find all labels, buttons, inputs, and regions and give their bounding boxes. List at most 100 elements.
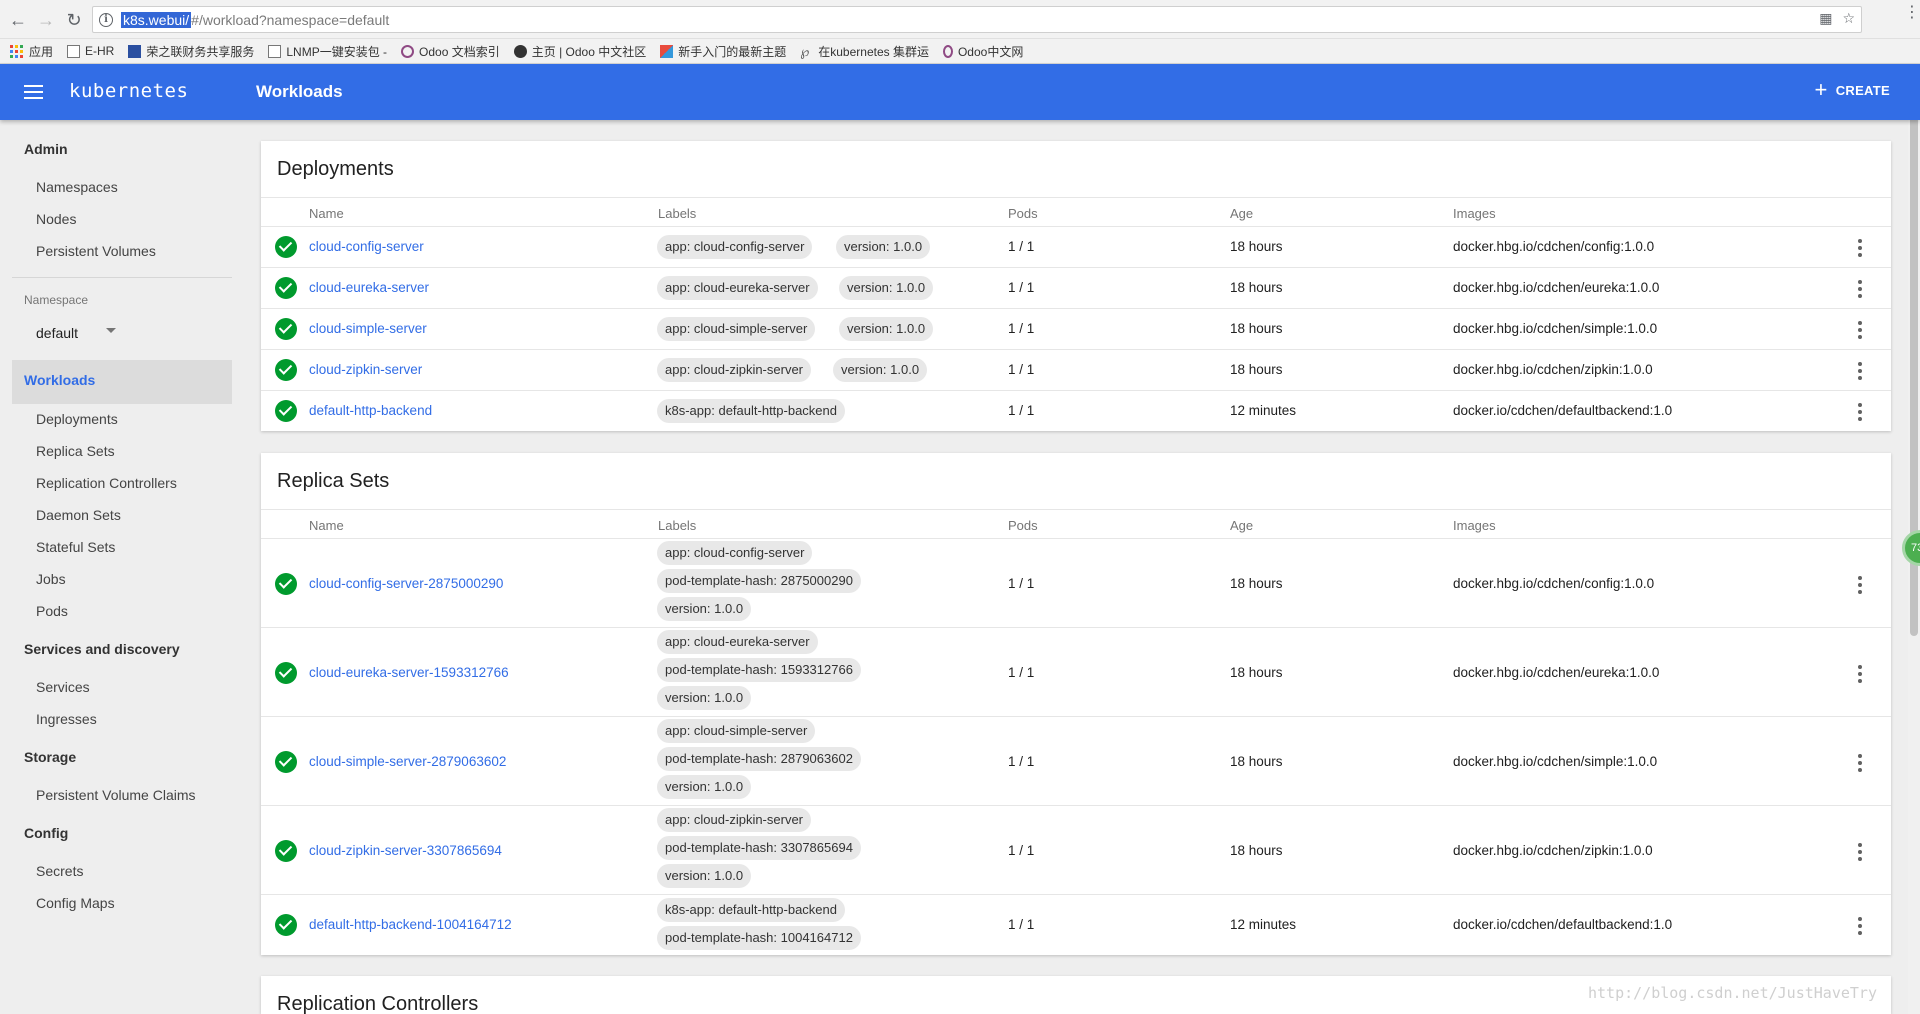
sidebar-item-persistent-volume-claims[interactable]: Persistent Volume Claims <box>36 787 196 803</box>
chevron-down-icon[interactable] <box>106 328 116 333</box>
column-name[interactable]: Name <box>309 206 344 221</box>
sidebar-item-deployments[interactable]: Deployments <box>36 411 118 427</box>
menu-icon[interactable] <box>24 85 43 99</box>
bookmark-item[interactable]: 主页 | Odoo 中文社区 <box>513 43 646 60</box>
label-chip: app: cloud-eureka-server <box>657 276 818 300</box>
column-images: Images <box>1453 206 1496 221</box>
table-row[interactable]: cloud-config-server-2875000290 app: clou… <box>261 539 1891 628</box>
label-chip: app: cloud-simple-server <box>657 317 816 341</box>
resource-link[interactable]: cloud-config-server-2875000290 <box>309 576 503 591</box>
odoo-favicon-icon <box>942 44 953 58</box>
column-age[interactable]: Age <box>1230 206 1253 221</box>
more-vert-icon[interactable] <box>1857 576 1863 597</box>
pods-count: 1 / 1 <box>1008 239 1035 254</box>
browser-menu-icon[interactable]: ⋮ <box>1904 5 1920 21</box>
address-bar[interactable]: i k8s.webui/ #/workload?namespace=defaul… <box>92 6 1862 33</box>
age: 18 hours <box>1230 321 1283 336</box>
resource-link[interactable]: cloud-eureka-server <box>309 280 429 295</box>
resource-link[interactable]: cloud-simple-server-2879063602 <box>309 754 506 769</box>
label-chip: version: 1.0.0 <box>657 686 752 710</box>
bookmark-item[interactable]: ℘ 在kubernetes 集群运 <box>800 43 929 60</box>
bookmark-item[interactable]: 荣之联财务共享服务 <box>128 43 254 60</box>
sidebar-section-workloads[interactable]: Workloads <box>24 372 95 388</box>
sidebar-section-config[interactable]: Config <box>24 825 68 841</box>
more-vert-icon[interactable] <box>1857 403 1863 424</box>
more-vert-icon[interactable] <box>1857 239 1863 260</box>
pods-count: 1 / 1 <box>1008 754 1035 769</box>
bookmark-apps[interactable]: 应用 <box>10 43 53 60</box>
resource-link[interactable]: cloud-simple-server <box>309 321 427 336</box>
table-row[interactable]: default-http-backend-1004164712 k8s-app:… <box>261 895 1891 955</box>
column-age[interactable]: Age <box>1230 518 1253 533</box>
label-chip: version: 1.0.0 <box>833 358 928 382</box>
site-info-icon[interactable]: i <box>99 12 113 27</box>
more-vert-icon[interactable] <box>1857 362 1863 383</box>
colorful-favicon-icon <box>660 44 674 58</box>
brand-logo[interactable]: kubernetes <box>69 80 188 102</box>
resource-link[interactable]: default-http-backend-1004164712 <box>309 917 512 932</box>
age: 18 hours <box>1230 843 1283 858</box>
column-labels: Labels <box>658 206 697 221</box>
bookmark-item[interactable]: Odoo中文网 <box>942 43 1023 60</box>
leaf-favicon-icon: ℘ <box>800 43 810 59</box>
sidebar-section-services[interactable]: Services and discovery <box>24 641 180 657</box>
sidebar-item-persistent-volumes[interactable]: Persistent Volumes <box>36 243 156 259</box>
sidebar-divider <box>12 277 232 278</box>
bookmark-item[interactable]: E-HR <box>67 44 114 58</box>
label-chip: version: 1.0.0 <box>657 864 752 888</box>
sidebar-item-daemon-sets[interactable]: Daemon Sets <box>36 507 121 523</box>
sidebar-item-config-maps[interactable]: Config Maps <box>36 895 115 911</box>
more-vert-icon[interactable] <box>1857 843 1863 864</box>
more-vert-icon[interactable] <box>1857 665 1863 686</box>
resource-link[interactable]: cloud-eureka-server-1593312766 <box>309 665 509 680</box>
status-ok-icon <box>275 318 297 340</box>
resource-link[interactable]: cloud-zipkin-server <box>309 362 422 377</box>
sidebar-item-stateful-sets[interactable]: Stateful Sets <box>36 539 115 555</box>
bookmark-item[interactable]: 新手入门的最新主题 <box>660 43 786 60</box>
sidebar-section-admin[interactable]: Admin <box>24 141 68 157</box>
sidebar-item-replication-controllers[interactable]: Replication Controllers <box>36 475 177 491</box>
reload-icon[interactable]: ↻ <box>60 6 88 34</box>
bookmark-item[interactable]: Odoo 文档索引 <box>401 43 500 60</box>
watermark-text: http://blog.csdn.net/JustHaveTry <box>1588 984 1877 1002</box>
back-arrow-icon[interactable]: ← <box>4 6 32 34</box>
status-ok-icon <box>275 662 297 684</box>
sidebar-item-jobs[interactable]: Jobs <box>36 571 66 587</box>
sidebar-item-pods[interactable]: Pods <box>36 603 68 619</box>
column-name[interactable]: Name <box>309 518 344 533</box>
forward-arrow-icon[interactable]: → <box>32 6 60 34</box>
table-row[interactable]: cloud-zipkin-server app: cloud-zipkin-se… <box>261 350 1891 391</box>
more-vert-icon[interactable] <box>1857 917 1863 938</box>
more-vert-icon[interactable] <box>1857 321 1863 342</box>
sidebar-section-storage[interactable]: Storage <box>24 749 76 765</box>
sidebar-item-namespaces[interactable]: Namespaces <box>36 179 118 195</box>
sidebar-item-services[interactable]: Services <box>36 679 90 695</box>
more-vert-icon[interactable] <box>1857 754 1863 775</box>
table-row[interactable]: cloud-zipkin-server-3307865694 app: clou… <box>261 806 1891 895</box>
table-row[interactable]: cloud-simple-server app: cloud-simple-se… <box>261 309 1891 350</box>
resource-link[interactable]: cloud-zipkin-server-3307865694 <box>309 843 502 858</box>
table-row[interactable]: default-http-backend k8s-app: default-ht… <box>261 391 1891 431</box>
create-button[interactable]: + CREATE <box>1815 79 1890 101</box>
table-header: Name Labels Pods Age Images <box>261 509 1891 539</box>
resource-link[interactable]: default-http-backend <box>309 403 432 418</box>
label-chip: pod-template-hash: 1593312766 <box>657 658 861 682</box>
table-row[interactable]: cloud-eureka-server app: cloud-eureka-se… <box>261 268 1891 309</box>
table-row[interactable]: cloud-simple-server-2879063602 app: clou… <box>261 717 1891 806</box>
bookmark-item[interactable]: LNMP一键安装包 - <box>268 43 387 60</box>
bookmark-star-icon[interactable]: ☆ <box>1842 10 1855 27</box>
image: docker.hbg.io/cdchen/eureka:1.0.0 <box>1453 280 1660 295</box>
sidebar-item-nodes[interactable]: Nodes <box>36 211 76 227</box>
sidebar-item-ingresses[interactable]: Ingresses <box>36 711 97 727</box>
more-vert-icon[interactable] <box>1857 280 1863 301</box>
resource-link[interactable]: cloud-config-server <box>309 239 424 254</box>
sidebar-item-replica-sets[interactable]: Replica Sets <box>36 443 115 459</box>
table-row[interactable]: cloud-eureka-server-1593312766 app: clou… <box>261 628 1891 717</box>
label-chip: app: cloud-simple-server <box>657 719 816 743</box>
label-chip: version: 1.0.0 <box>839 317 934 341</box>
sidebar-item-secrets[interactable]: Secrets <box>36 863 83 879</box>
translate-icon[interactable]: ▦ <box>1819 10 1832 27</box>
floating-badge[interactable]: 73 <box>1902 530 1920 566</box>
table-row[interactable]: cloud-config-server app: cloud-config-se… <box>261 227 1891 268</box>
label-chip: version: 1.0.0 <box>657 597 752 621</box>
